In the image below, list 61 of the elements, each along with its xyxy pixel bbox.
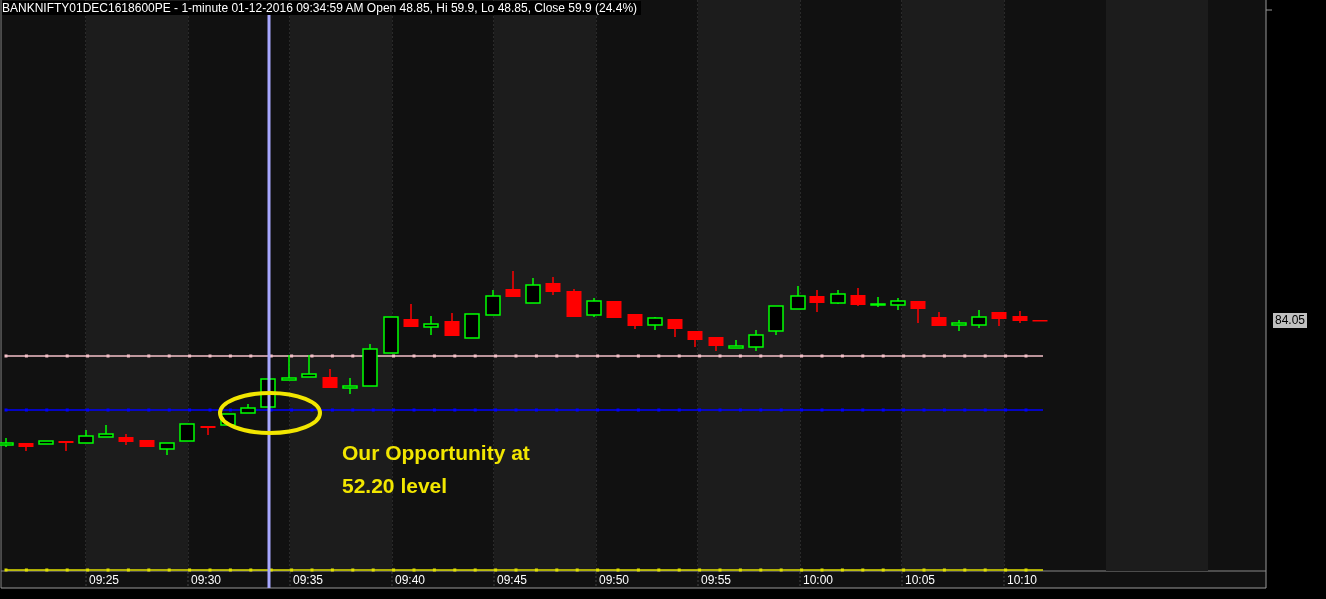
candlestick xyxy=(220,413,236,426)
time-label: 09:35 xyxy=(293,573,324,587)
candlestick xyxy=(809,289,825,313)
candlestick xyxy=(1032,319,1048,322)
candlestick xyxy=(58,440,74,452)
candlestick xyxy=(545,276,561,296)
candlestick xyxy=(728,339,744,349)
candlestick xyxy=(403,303,419,328)
candlestick xyxy=(951,319,967,332)
candlestick xyxy=(890,297,906,311)
candlestick xyxy=(485,289,501,316)
price-label: 84.05 xyxy=(1273,313,1308,328)
candlestick xyxy=(647,316,663,331)
candlestick xyxy=(667,318,683,338)
candlestick xyxy=(139,439,155,448)
candlestick xyxy=(971,309,987,329)
candlestick xyxy=(525,277,541,304)
candlestick xyxy=(281,354,297,381)
candlestick xyxy=(322,368,338,389)
time-label: 09:45 xyxy=(497,573,528,587)
candlestick xyxy=(78,429,94,444)
time-label: 09:55 xyxy=(701,573,732,587)
candlestick xyxy=(910,300,926,324)
candlestick xyxy=(830,289,846,305)
time-label: 10:10 xyxy=(1007,573,1038,587)
candlestick xyxy=(687,330,703,348)
time-label: 10:00 xyxy=(803,573,834,587)
candlestick xyxy=(383,316,399,354)
candlestick xyxy=(586,297,602,318)
candlestick xyxy=(0,437,14,448)
candlestick xyxy=(362,343,378,387)
candlestick xyxy=(444,312,460,337)
time-label: 09:50 xyxy=(599,573,630,587)
candlestick xyxy=(991,311,1007,327)
candlestick xyxy=(200,425,216,436)
candlestick xyxy=(505,270,521,298)
candlestick xyxy=(342,377,358,395)
candlestick xyxy=(38,440,54,445)
candlestick xyxy=(748,329,764,352)
annotation-text: Our Opportunity at 52.20 level xyxy=(342,440,530,499)
candlestick xyxy=(464,313,480,339)
candlestick xyxy=(1012,310,1028,324)
candlestick xyxy=(870,296,886,308)
candlestick xyxy=(790,285,806,310)
candlestick xyxy=(301,354,317,378)
candlestick xyxy=(768,305,784,336)
candlestick xyxy=(931,311,947,327)
candlestick xyxy=(423,315,439,336)
candlestick xyxy=(240,403,256,414)
chart-title: BANKNIFTY01DEC1618600PE - 1-minute 01-12-2016 09:34:59 AM Open 48.85, Hi 59.9, Lo 48.85, Close 59.9 (24.4%) xyxy=(2,1,642,15)
candlestick xyxy=(118,433,134,446)
candlestick xyxy=(18,442,34,452)
candlestick xyxy=(98,424,114,438)
candlestick xyxy=(708,336,724,352)
time-label: 10:05 xyxy=(905,573,936,587)
time-label: 09:25 xyxy=(89,573,120,587)
candlestick xyxy=(850,287,866,307)
time-label: 09:30 xyxy=(191,573,222,587)
candlestick xyxy=(159,442,175,456)
candlestick xyxy=(179,423,195,442)
time-label: 09:40 xyxy=(395,573,426,587)
